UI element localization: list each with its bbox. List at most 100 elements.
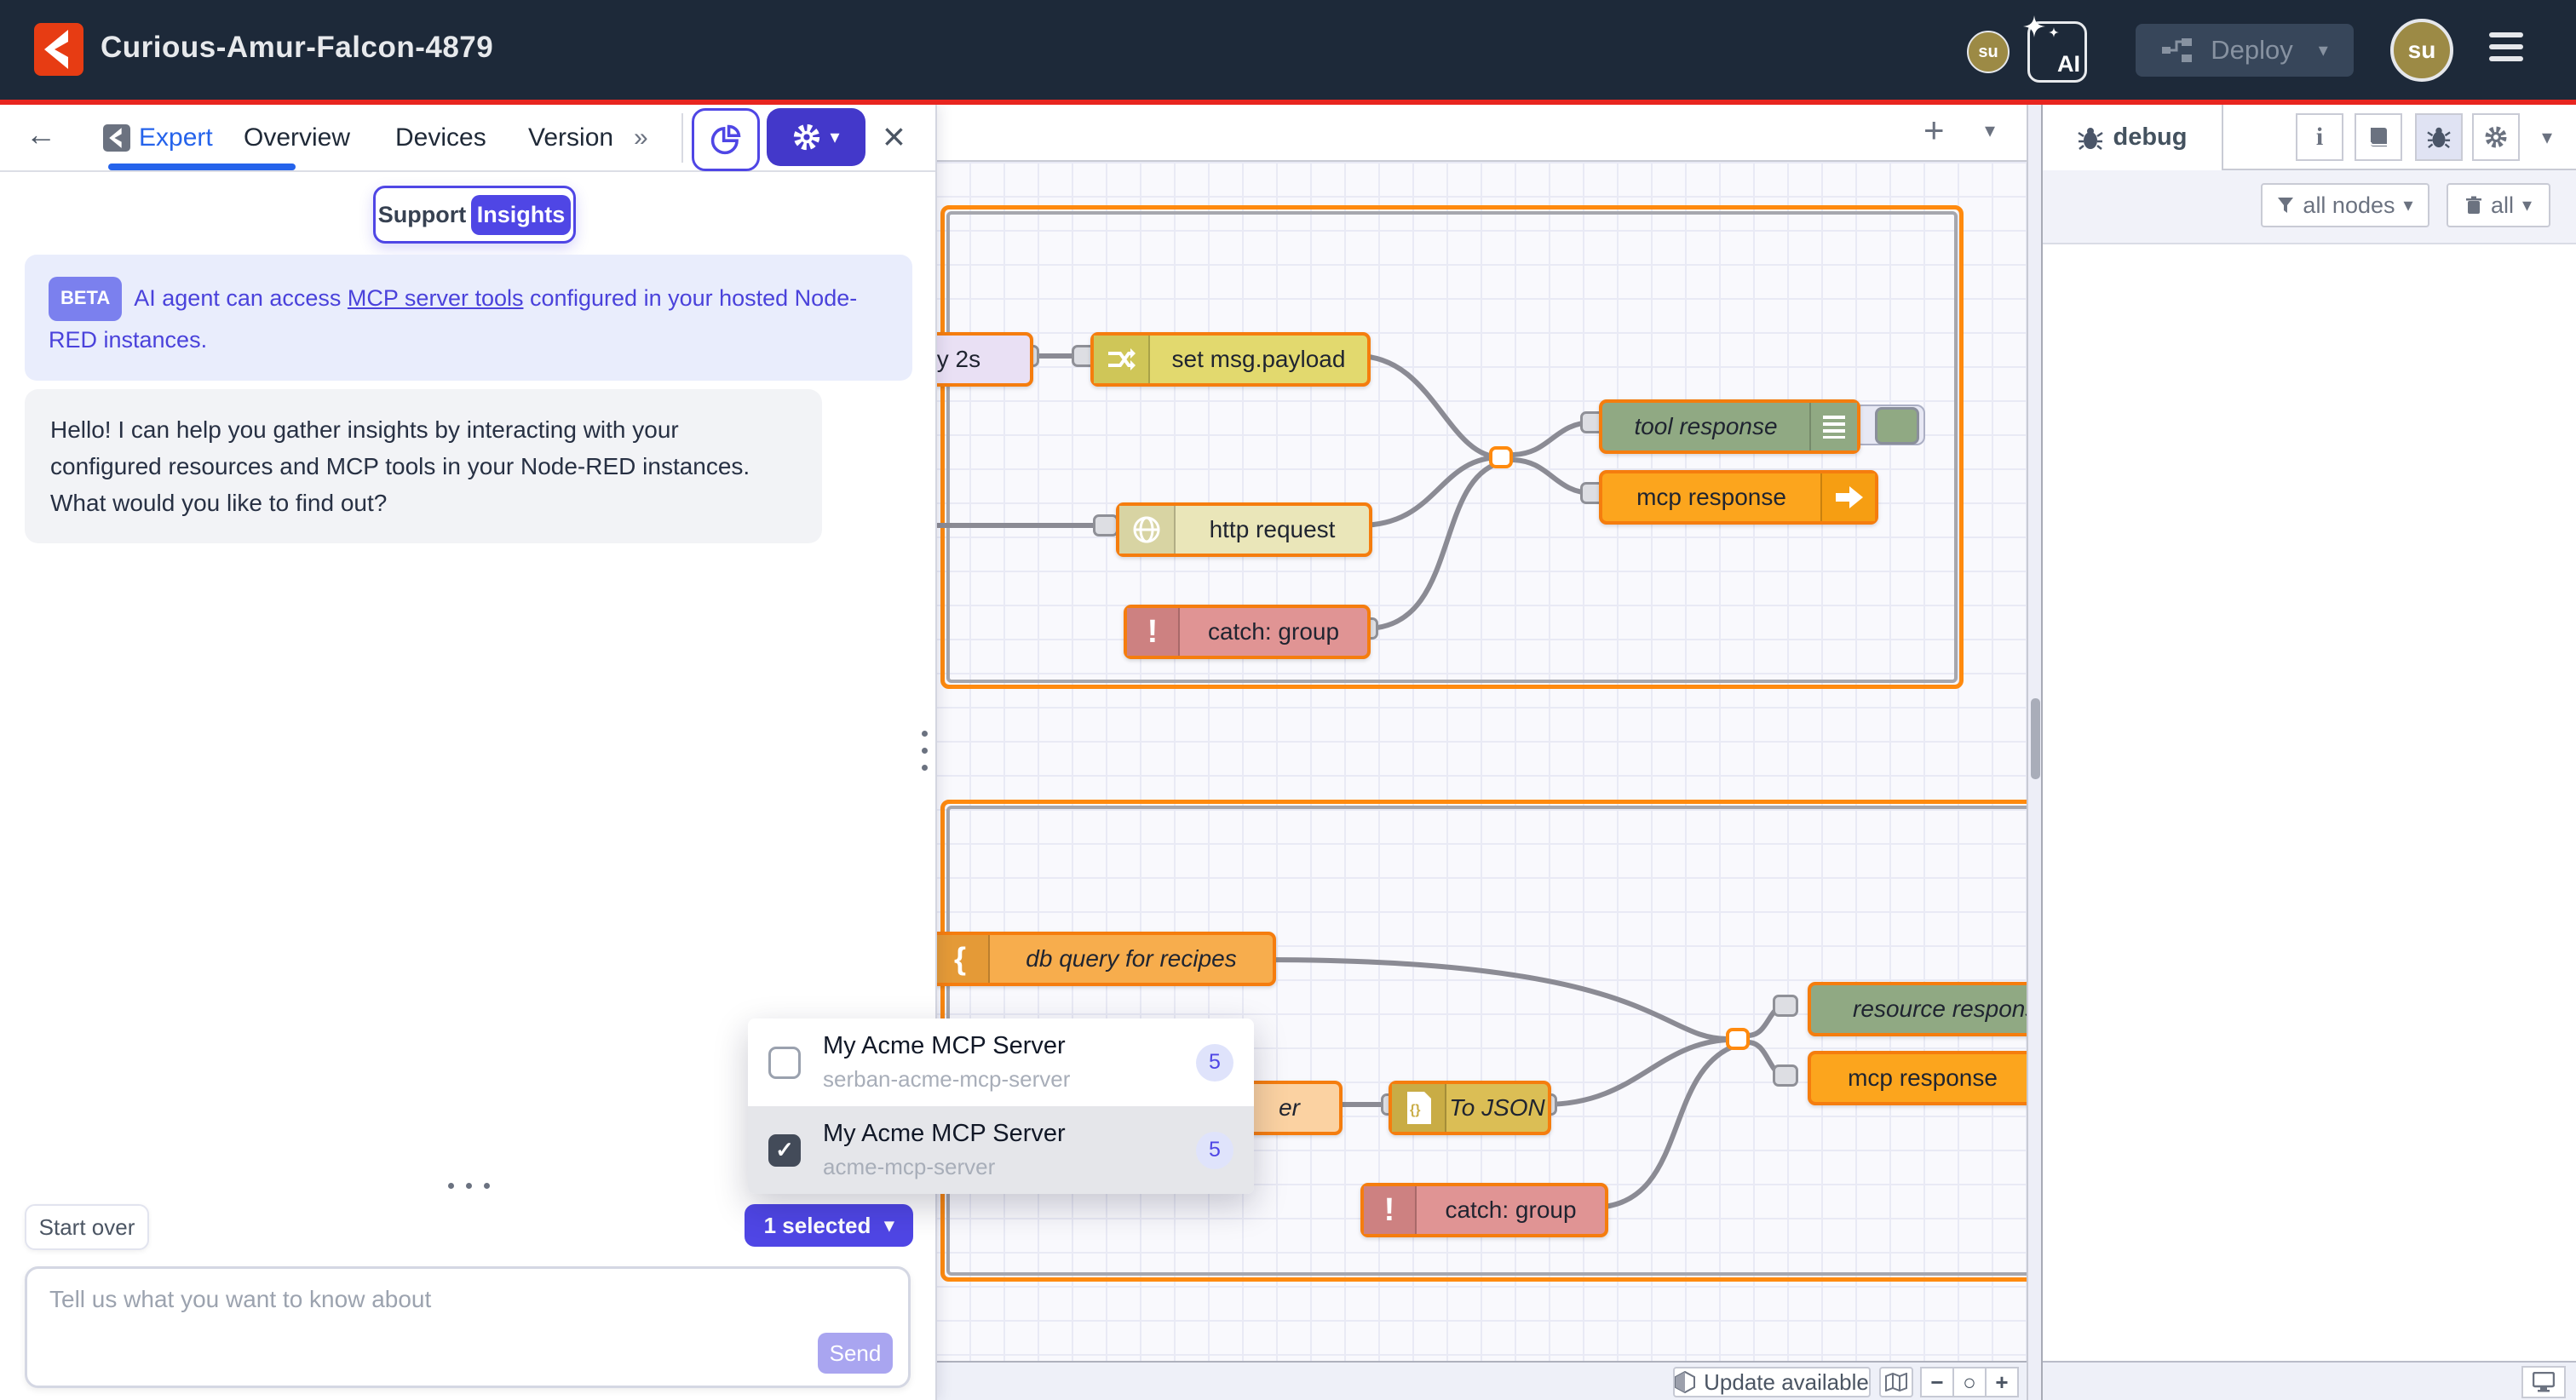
tab-debug[interactable]: debug [2043,105,2223,170]
zoom-reset-button[interactable]: ○ [1952,1367,1987,1397]
node-delay[interactable]: delay 2s [935,332,1033,387]
mcp-server-option-2[interactable]: ✓ My Acme MCP Server acme-mcp-server 5 [748,1106,1254,1194]
flow-list-caret-icon[interactable]: ▾ [1985,118,1995,143]
debug-tab-button[interactable] [2415,113,2463,161]
node-http-request-label: http request [1176,516,1369,543]
debug-lines-icon [1809,403,1857,450]
deploy-caret-icon[interactable]: ▾ [2319,39,2328,61]
sparkle-small-icon [2049,27,2059,37]
node-mcp-response-1-label: mcp response [1602,484,1820,511]
assistant-panel: ← Expert Overview Devices Version » ▾ × … [0,105,937,1400]
beta-badge: BETA [49,277,122,321]
tab-devices[interactable]: Devices [395,123,486,152]
gear-icon [792,123,821,152]
bug-icon [2427,125,2451,149]
mcp-server-tools-link[interactable]: MCP server tools [348,285,524,311]
brace-icon: { [935,935,990,983]
wire-junction-2[interactable] [1726,1028,1750,1050]
info-icon: i [2316,123,2323,152]
start-over-label: Start over [39,1214,135,1241]
mcp-server-option-1[interactable]: My Acme MCP Server serban-acme-mcp-serve… [748,1018,1254,1106]
book-icon [2367,126,2389,148]
port[interactable] [1093,514,1118,536]
server-title: My Acme MCP Server [823,1032,1196,1060]
add-flow-button[interactable]: + [1923,110,1945,151]
close-panel-button[interactable]: × [883,113,906,159]
update-available-button[interactable]: Update available [1673,1367,1871,1397]
deploy-button[interactable]: Deploy ▾ [2136,24,2354,77]
node-catch-1[interactable]: ! catch: group [1124,605,1371,659]
node-debug-resource-response[interactable]: resource response [1808,982,2027,1036]
node-debug-tool-response[interactable]: tool response [1599,399,1860,454]
node-catch-2-label: catch: group [1417,1196,1605,1224]
server-title: My Acme MCP Server [823,1120,1196,1148]
debug-sidebar: debug i ▾ all nodes ▾ [2041,105,2576,1400]
ai-assistant-button[interactable]: AI [2027,21,2087,83]
node-http-request[interactable]: http request [1116,502,1372,557]
top-header: Curious-Amur-Falcon-4879 su AI Deploy ▾ … [0,0,2576,100]
checkbox-checked[interactable]: ✓ [768,1134,801,1167]
resize-handle-horizontal[interactable] [448,1183,490,1189]
map-icon [1885,1373,1907,1391]
avatar-large[interactable]: su [2390,19,2453,82]
node-catch-2[interactable]: ! catch: group [1360,1183,1608,1237]
start-over-button[interactable]: Start over [25,1204,149,1250]
assistant-settings-button[interactable]: ▾ [767,108,865,166]
expert-tab-icon [103,124,130,152]
debug-clear-button[interactable]: all ▾ [2447,183,2550,227]
tabs-divider [681,113,683,163]
send-label: Send [830,1340,882,1367]
zoom-out-button[interactable]: − [1920,1367,1954,1397]
port[interactable] [1773,1064,1798,1087]
tab-overview[interactable]: Overview [244,123,350,152]
node-to-json-label: To JSON [1446,1094,1548,1122]
canvas-vertical-scrollbar[interactable] [2027,105,2041,1400]
port[interactable] [1773,995,1798,1017]
minimap-button[interactable] [1879,1367,1913,1397]
node-change[interactable]: set msg.payload [1090,332,1371,387]
flowfuse-logo-icon[interactable] [34,23,83,76]
globe-icon [1119,506,1176,554]
message-input[interactable] [48,1284,775,1373]
update-available-label: Update available [1704,1369,1869,1396]
open-in-window-button[interactable] [2521,1366,2566,1398]
support-insights-toggle[interactable]: Support Insights [373,186,576,244]
mcp-server-dropdown: My Acme MCP Server serban-acme-mcp-serve… [748,1018,1254,1194]
hamburger-menu-icon[interactable] [2489,32,2523,68]
beta-text-before: AI agent can access [134,285,348,311]
node-mcp-response-1[interactable]: mcp response [1599,470,1878,525]
sidebar-tabbar: debug i ▾ [2043,105,2576,170]
node-mcp-tool-db-query[interactable]: { db query for recipes [935,932,1276,986]
sidebar-menu-caret-icon[interactable]: ▾ [2542,125,2552,150]
zoom-in-button[interactable]: + [1985,1367,2019,1397]
back-button[interactable]: ← [26,117,56,152]
link-out-arrow-icon [1820,473,1875,521]
selected-servers-button[interactable]: 1 selected ▾ [745,1204,913,1247]
node-mcp-response-2[interactable]: mcp response [1808,1051,2027,1105]
resize-handle-vertical[interactable] [922,731,928,771]
debug-enable-toggle[interactable] [1875,407,1919,445]
send-button[interactable]: Send [818,1333,893,1374]
toggle-insights[interactable]: Insights [471,195,571,235]
avatar-large-initials: su [2408,37,2436,64]
wire-junction-1[interactable] [1489,446,1513,468]
help-tab-button[interactable] [2355,113,2402,161]
insights-chart-button[interactable] [692,108,760,171]
tab-expert[interactable]: Expert [139,123,213,152]
avatar-small[interactable]: su [1967,31,2010,73]
sparkle-icon [2023,15,2045,37]
toggle-support[interactable]: Support [376,202,469,228]
assistant-message-bubble: Hello! I can help you gather insights by… [25,389,822,543]
tab-overflow-chevrons-icon[interactable]: » [634,123,648,152]
header-accent-line [0,100,2576,105]
node-to-json[interactable]: {} To JSON [1389,1081,1551,1135]
checkbox-unchecked[interactable] [768,1047,801,1079]
node-catch-1-label: catch: group [1180,618,1367,645]
debug-filter-button[interactable]: all nodes ▾ [2261,183,2429,227]
info-tab-button[interactable]: i [2296,113,2343,161]
debug-filter-label: all nodes [2303,192,2395,219]
flow-editor-canvas[interactable]: delay 2s set msg.payload tool response m… [935,105,2027,1400]
scrollbar-thumb[interactable] [2031,698,2040,779]
tab-version[interactable]: Version [528,123,613,152]
settings-tab-button[interactable] [2472,113,2520,161]
